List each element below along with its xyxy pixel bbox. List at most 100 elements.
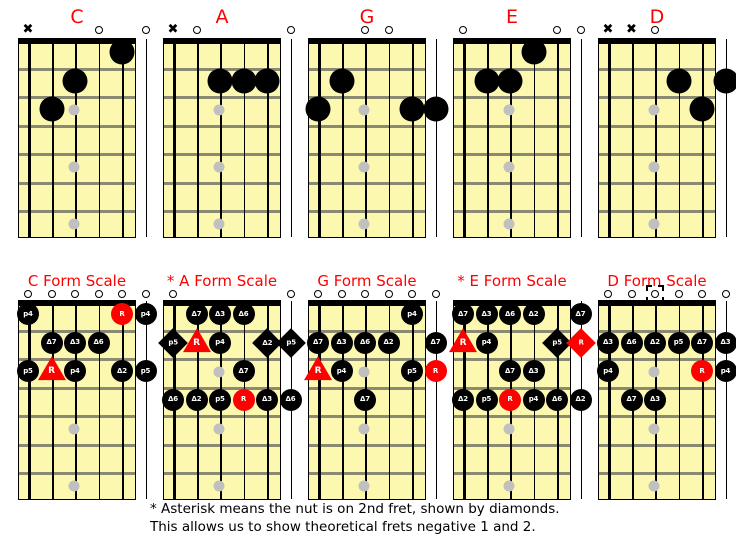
- note-label: Δ6: [626, 338, 637, 347]
- fret-inlay-dot: [68, 423, 80, 435]
- note-label: Δ2: [650, 338, 660, 347]
- note-marker: R: [449, 327, 477, 352]
- fret-wire: [599, 124, 715, 128]
- fret-wire: [19, 96, 135, 99]
- guitar-string: [608, 39, 611, 237]
- nut: [309, 39, 425, 44]
- note-marker: [399, 96, 425, 122]
- guitar-string: [435, 39, 437, 237]
- note-marker: p5: [209, 388, 231, 411]
- muted-string-icon: ✖: [167, 22, 179, 37]
- note-marker: [474, 68, 499, 94]
- guitar-string: [75, 301, 77, 499]
- note-label: Δ3: [528, 366, 539, 375]
- fret-wire: [164, 415, 280, 418]
- guitar-string: [28, 301, 31, 499]
- note-label: Δ2: [191, 395, 202, 404]
- note-marker: p4: [522, 388, 545, 411]
- fret-inlay-dot: [68, 104, 80, 116]
- fret-wire: [164, 472, 280, 475]
- guitar-string: [388, 39, 390, 237]
- open-string-icon: [383, 24, 395, 36]
- note-label: R: [193, 337, 200, 348]
- note-label: p5: [481, 395, 492, 404]
- guitar-string: [145, 301, 147, 499]
- fret-inlay-dot: [648, 480, 660, 492]
- note-label: Δ7: [505, 366, 515, 375]
- open-string-icon: [649, 24, 661, 36]
- fret-wire: [454, 415, 570, 418]
- note-marker: p4: [17, 303, 39, 326]
- fret-inlay-dot: [648, 161, 660, 173]
- note-label: Δ3: [650, 395, 660, 404]
- note-marker: Δ2: [111, 360, 133, 383]
- note-label: Δ6: [93, 338, 104, 347]
- fret-inlay-dot: [648, 218, 660, 230]
- note-marker: Δ3: [522, 360, 545, 383]
- guitar-string: [341, 301, 344, 499]
- note-marker: [231, 68, 256, 94]
- note-label: Δ7: [430, 338, 441, 347]
- open-string-icon: [167, 288, 179, 300]
- note-marker: Δ6: [162, 388, 184, 411]
- note-label: Δ7: [360, 395, 370, 404]
- note-label: p4: [23, 309, 33, 318]
- fretboard: [598, 38, 727, 238]
- fret-wire: [454, 96, 570, 99]
- fret-wire: [454, 472, 570, 475]
- fret-wire: [309, 67, 425, 71]
- note-marker: [521, 39, 546, 65]
- open-string-icon: [430, 288, 442, 300]
- note-marker: Δ2: [569, 388, 592, 411]
- note-marker: R: [182, 327, 211, 352]
- note-marker: Δ3: [475, 303, 498, 326]
- note-label: p4: [140, 309, 151, 318]
- fret-wire: [19, 386, 135, 390]
- guitar-string: [122, 301, 124, 499]
- guitar-string: [533, 39, 535, 237]
- guitar-string: [145, 39, 147, 237]
- fret-inlay-dot: [358, 218, 370, 230]
- open-string-icon: [359, 24, 371, 36]
- open-string-icon: [93, 24, 105, 36]
- guitar-string: [678, 301, 680, 499]
- fret-inlay-dot: [213, 480, 225, 492]
- guitar-string: [318, 39, 321, 237]
- open-string-icon: [383, 288, 395, 300]
- note-marker: p5: [17, 360, 39, 383]
- open-string-icon: [46, 288, 58, 300]
- fret-wire: [164, 153, 280, 156]
- open-string-icon: [116, 288, 128, 300]
- open-string-icon: [285, 288, 297, 300]
- fret-wire: [454, 153, 570, 156]
- note-label: p4: [70, 366, 80, 375]
- note-marker: Δ6: [279, 388, 302, 411]
- fret-wire: [164, 96, 280, 99]
- fret-wire: [19, 153, 135, 156]
- note-label: Δ7: [313, 338, 323, 347]
- guitar-string: [51, 301, 54, 499]
- open-string-icon: [696, 288, 708, 300]
- note-label: Δ6: [505, 309, 515, 318]
- guitar-string: [173, 39, 176, 237]
- note-label: R: [48, 366, 55, 377]
- fret-wire: [19, 443, 135, 447]
- note-label: Δ7: [458, 309, 468, 318]
- note-marker: [497, 68, 523, 94]
- note-label: Δ2: [458, 395, 468, 404]
- note-label: Δ7: [626, 395, 637, 404]
- note-marker: Δ3: [597, 331, 619, 354]
- fret-wire: [19, 124, 135, 128]
- note-label: Δ6: [285, 395, 296, 404]
- note-label: p4: [215, 338, 225, 347]
- fret-wire: [454, 210, 570, 213]
- note-marker: Δ7: [185, 303, 208, 326]
- guitar-string: [580, 39, 582, 237]
- note-marker: [329, 68, 354, 94]
- note-label: p4: [336, 366, 347, 375]
- fret-inlay-dot: [213, 161, 225, 173]
- note-marker: [713, 68, 736, 94]
- note-label: Δ3: [215, 309, 225, 318]
- open-string-icon: [575, 24, 587, 36]
- fret-wire: [19, 181, 135, 185]
